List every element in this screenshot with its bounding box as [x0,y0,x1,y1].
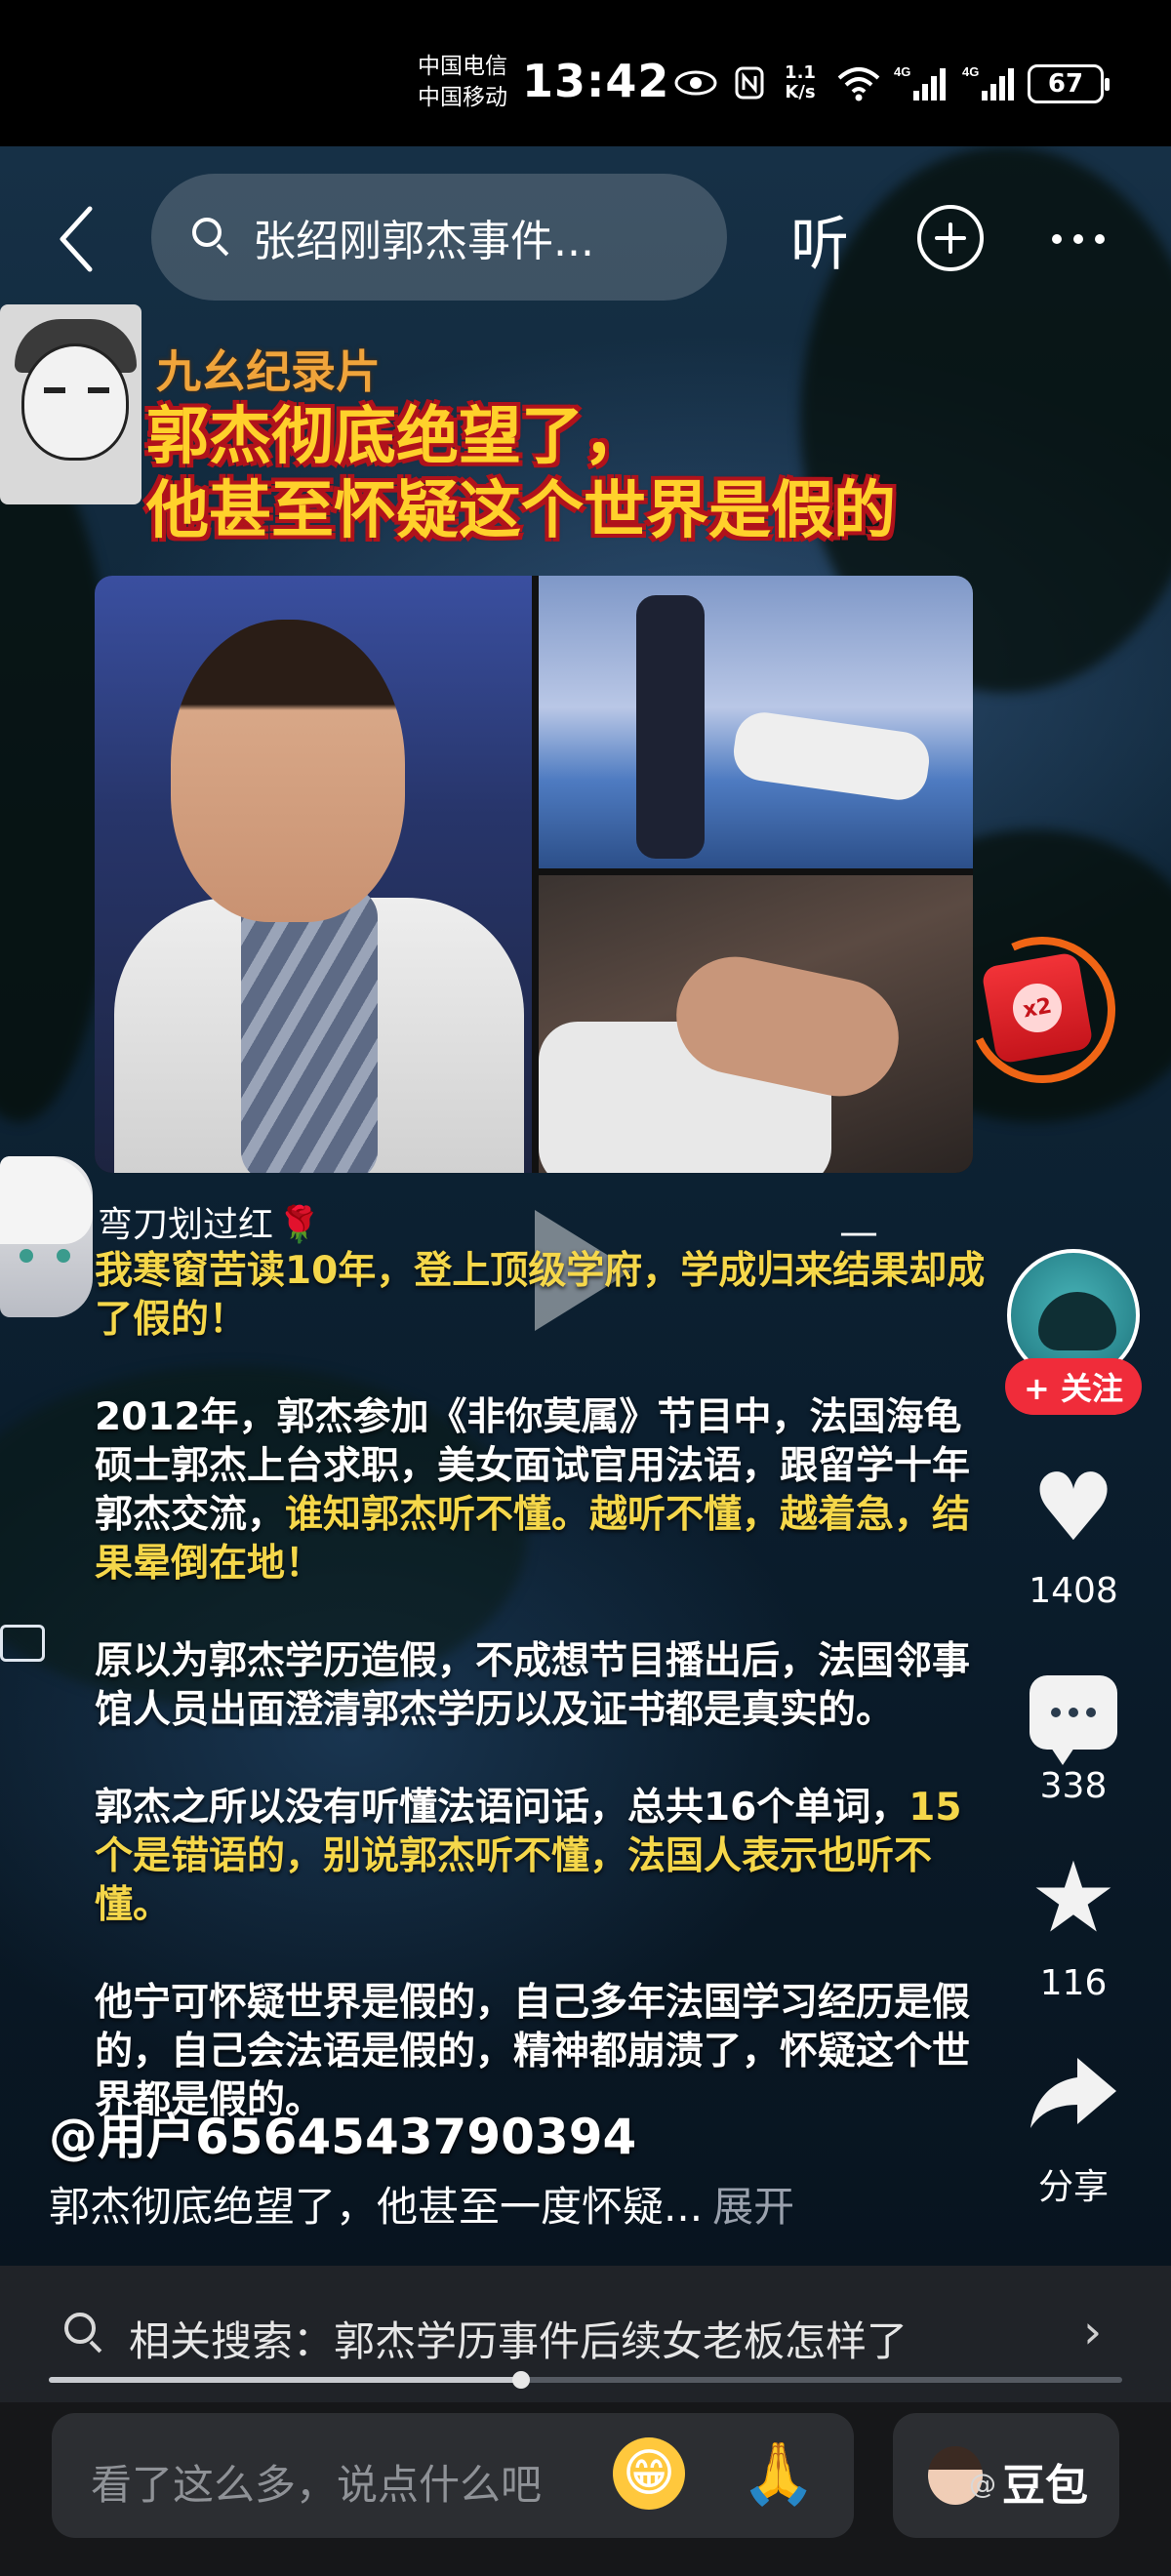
comment-author-avatar [0,1156,93,1317]
rose-icon: 🌹 [277,1205,321,1245]
star-icon[interactable]: ★ [1025,1849,1122,1947]
wifi-icon [829,60,888,105]
like-count: 1408 [1029,1571,1118,1611]
comment-placeholder: 看了这么多，说点什么吧 [91,2461,543,2509]
eye-icon [671,60,720,105]
pray-emoji-button[interactable]: 🙏 [740,2435,818,2513]
search-icon [188,214,235,261]
nfc-icon [730,60,769,105]
heart-icon[interactable]: ♥ [1025,1459,1122,1556]
video-progress-bar[interactable] [49,2371,1122,2389]
status-bar: 中国电信 中国移动 13:42 1.1 K/s 4G 4G 67 [0,0,1171,146]
cellular-signal-icon-2: 4G [961,60,1020,105]
net-speed-unit: K/s [785,82,816,102]
collage-portrait [95,576,532,1173]
headline-line-2: 他甚至怀疑这个世界是假的 [146,475,896,547]
story-paragraph: 原以为郭杰学历造假，不成想节目播出后，法国邻事馆人员出面澄清郭杰学历以及证书都是… [95,1639,971,1732]
share-icon[interactable] [1025,2044,1122,2142]
plus-icon[interactable] [917,205,984,271]
search-bar[interactable]: 张绍刚郭杰事件... [151,174,727,301]
collage-stage-scene [539,576,973,868]
video-headline: 郭杰彻底绝望了， 他甚至怀疑这个世界是假的 [146,400,896,548]
net-speed: 1.1 K/s [776,60,825,105]
red-packet-reward[interactable]: x2 [948,915,1137,1105]
chevron-right-icon: › [1083,2305,1103,2359]
follow-button[interactable]: + 关注 [1005,1358,1142,1415]
caption-text: 郭杰彻底绝望了，他甚至一度怀疑... [49,2183,704,2231]
search-query: 张绍刚郭杰事件... [253,217,594,266]
comment-input[interactable]: 看了这么多，说点什么吧 [52,2413,854,2538]
clock: 13:42 [522,55,670,107]
back-icon [60,206,93,272]
video-channel-tag: 九幺纪录片 [156,345,381,398]
expand-button[interactable]: 展开 [712,2183,794,2231]
progress-knob[interactable] [512,2371,530,2389]
carrier-names: 中国电信 中国移动 [418,51,507,113]
story-paragraph: 2012年，郭杰参加《非你莫属》节目中，法国海龟硕士郭杰上台求职，美女面试官用法… [95,1395,971,1586]
comment-author: 弯刀划过红 🌹 [98,1196,321,1247]
danmaku-icon[interactable] [0,1625,45,1662]
listen-button[interactable]: 听 [781,195,859,283]
story-paragraph: 我寒窗苦读10年，登上顶级学府，学成归来结果却成了假的！ [95,1249,986,1342]
comment-author-name: 弯刀划过红 [98,1205,274,1245]
more-icon[interactable] [1044,210,1112,268]
battery-indicator: 67 [1028,64,1110,103]
comment-count: 338 [1039,1766,1108,1806]
headline-line-1: 郭杰彻底绝望了， [146,401,646,473]
cellular-signal-icon-1: 4G [893,60,951,105]
collage-fallen-scene [539,875,973,1173]
related-search-label: 相关搜索：郭杰学历事件后续女老板怎样了 [129,2317,909,2365]
net-speed-value: 1.1 [785,62,816,83]
progress-fill [49,2377,521,2383]
video-story-text: 我寒窗苦读10年，登上顶级学府，学成归来结果却成了假的！ 2012年，郭杰参加《… [95,1247,992,2174]
back-button[interactable] [47,195,105,283]
video-caption: 郭杰彻底绝望了，他甚至一度怀疑... 展开 [49,2174,794,2234]
search-icon [64,2313,107,2355]
carrier-1: 中国电信 [418,54,507,79]
video-meme-avatar [0,304,141,504]
author-username[interactable]: @用户6564543790394 [49,2098,636,2168]
red-packet-multiplier: x2 [1009,980,1066,1036]
favorite-count: 116 [1039,1963,1108,2003]
at-icon: @ [969,2468,996,2500]
doubao-assistant-button[interactable]: @ 豆包 [893,2413,1119,2538]
carrier-2: 中国移动 [418,85,507,110]
grin-emoji-button[interactable]: 😁 [613,2437,685,2510]
share-label: 分享 [1037,2167,1109,2207]
story-paragraph: 郭杰之所以没有听懂法语问话，总共16个单词，15个是错语的，别说郭杰听不懂，法国… [95,1786,962,1927]
network-type-2: 4G [962,64,979,79]
video-image-collage [95,576,973,1173]
comment-icon[interactable] [1025,1664,1122,1765]
network-type-1: 4G [894,64,910,79]
doubao-label: 豆包 [1002,2461,1088,2511]
